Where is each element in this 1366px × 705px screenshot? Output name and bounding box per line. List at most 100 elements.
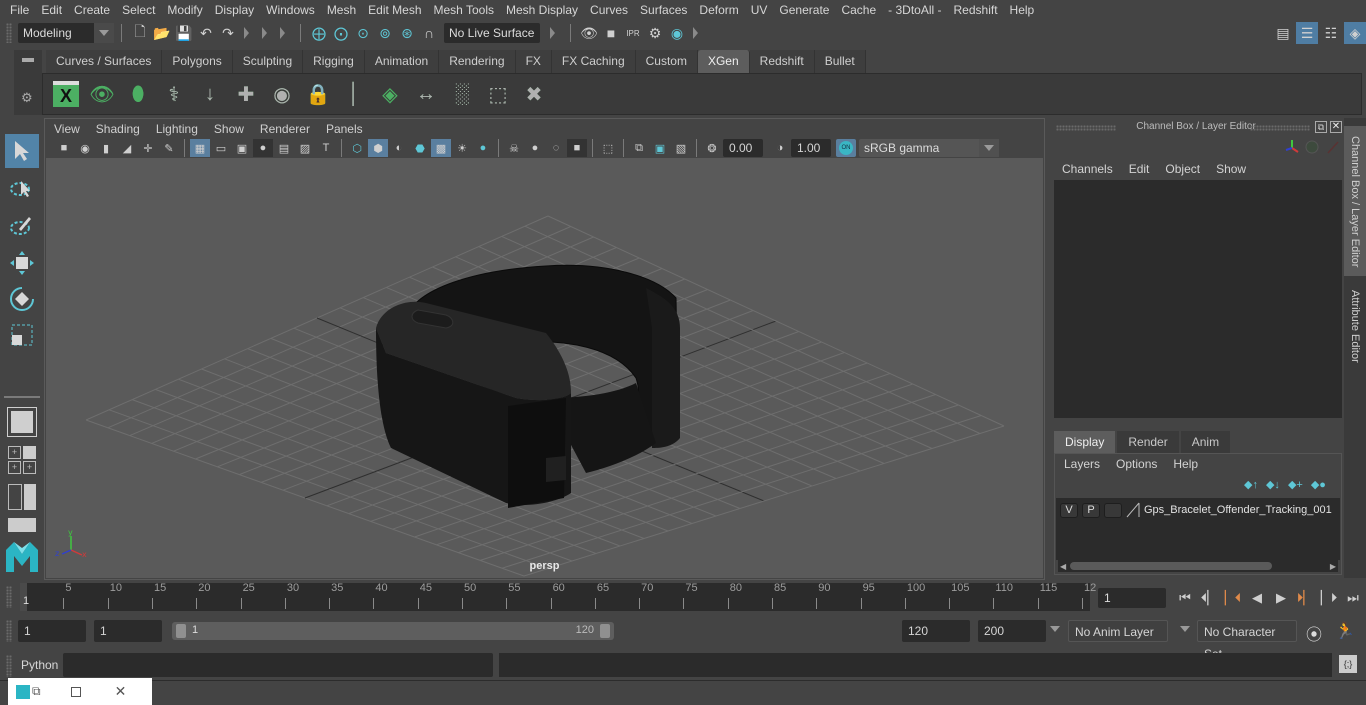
menu-windows[interactable]: Windows	[260, 0, 321, 20]
paint-select-tool[interactable]	[5, 208, 39, 242]
default-material-icon[interactable]: ◐	[389, 139, 409, 157]
panel-menu-renderer[interactable]: Renderer	[252, 120, 318, 138]
menu-deform[interactable]: Deform	[693, 0, 744, 20]
show-guides-button[interactable]: ◉	[267, 78, 297, 110]
gamma-icon[interactable]: ◑	[770, 139, 790, 157]
hypershade-icon[interactable]: ◉	[666, 22, 688, 44]
color-management-toggle[interactable]: ON	[836, 139, 856, 157]
start-time-field[interactable]: 1	[18, 620, 86, 642]
gamma-field[interactable]: 1.00	[791, 139, 831, 157]
field-chart-icon[interactable]: ▤	[274, 139, 294, 157]
new-layer-from-selected-icon[interactable]: ◆●	[1311, 478, 1326, 491]
menu-generate[interactable]: Generate	[773, 0, 835, 20]
anti-aliasing-icon[interactable]: ◌	[546, 139, 566, 157]
sync-icon[interactable]	[1305, 140, 1319, 154]
motion-blur-icon[interactable]: ●	[525, 139, 545, 157]
menu-edit-mesh[interactable]: Edit Mesh	[362, 0, 427, 20]
shelf-tab-xgen[interactable]: XGen	[697, 50, 750, 73]
layer-menu-options[interactable]: Options	[1108, 455, 1165, 473]
menu-cache[interactable]: Cache	[835, 0, 882, 20]
maximize-icon[interactable]	[70, 686, 81, 697]
layer-tab-anim[interactable]: Anim	[1180, 431, 1231, 453]
range-start-handle[interactable]	[176, 624, 186, 638]
menu-curves[interactable]: Curves	[584, 0, 634, 20]
lasso-tool[interactable]	[5, 172, 39, 206]
command-language-toggle[interactable]: Python	[21, 658, 58, 672]
layer-tab-render[interactable]: Render	[1117, 431, 1179, 453]
channel-box-toggle-icon[interactable]: ◈	[1344, 22, 1366, 44]
move-tool[interactable]	[5, 246, 39, 280]
auto-key-icon[interactable]: ⦿	[1306, 621, 1322, 645]
anim-layer-dropdown-arrow-icon[interactable]	[1050, 626, 1060, 632]
snap-live-icon[interactable]: ⊛	[396, 22, 418, 44]
scrollbar-thumb[interactable]	[1070, 562, 1272, 570]
depth-of-field-icon[interactable]: ■	[567, 139, 587, 157]
hide-preview-button[interactable]: ⬮	[123, 78, 153, 110]
play-backwards-icon[interactable]: ◀	[1246, 587, 1268, 609]
new-scene-icon[interactable]: 🗋	[129, 22, 151, 44]
xgen-editor-button[interactable]: X	[51, 78, 81, 110]
attribute-editor-toggle-icon[interactable]: ☰	[1296, 22, 1318, 44]
persp-graph-layout-button[interactable]	[8, 518, 36, 532]
anim-layer-field[interactable]: No Anim Layer	[1068, 620, 1168, 642]
status-line-grip[interactable]	[6, 23, 12, 43]
panel-menu-panels[interactable]: Panels	[318, 120, 371, 138]
wireframe-on-shaded-icon[interactable]: ⬣	[410, 139, 430, 157]
modeling-toolkit-icon[interactable]: ▤	[1272, 22, 1294, 44]
grid-icon[interactable]: ▦	[190, 139, 210, 157]
shelf-tab-rendering[interactable]: Rendering	[439, 50, 516, 73]
menu-3dtoall[interactable]: - 3DtoAll -	[882, 0, 947, 20]
menu-file[interactable]: File	[4, 0, 35, 20]
shadows-icon[interactable]: ●	[473, 139, 493, 157]
menu-mesh-display[interactable]: Mesh Display	[500, 0, 584, 20]
use-all-lights-icon[interactable]: ☀	[452, 139, 472, 157]
channel-list[interactable]	[1054, 180, 1342, 418]
restore-icon[interactable]: ⧉	[32, 684, 41, 699]
step-forward-key-icon[interactable]: ⏵▏	[1294, 587, 1316, 609]
menu-mesh-tools[interactable]: Mesh Tools	[428, 0, 500, 20]
gps-bracelet-model[interactable]	[46, 158, 1043, 578]
go-to-start-icon[interactable]: ⏮	[1174, 587, 1196, 609]
shelf-tab-rigging[interactable]: Rigging	[303, 50, 365, 73]
menu-select[interactable]: Select	[116, 0, 161, 20]
playback-start-field[interactable]: 1	[94, 620, 162, 642]
float-panel-icon[interactable]: ⧉	[1315, 121, 1327, 133]
delete-guides-button[interactable]: ✖	[519, 78, 549, 110]
step-back-key-icon[interactable]: ▏⏴	[1222, 587, 1244, 609]
redo-icon[interactable]: ↷	[217, 22, 239, 44]
open-scene-icon[interactable]: 📂	[151, 22, 173, 44]
menu-surfaces[interactable]: Surfaces	[634, 0, 693, 20]
gate-mask-icon[interactable]: ●	[253, 139, 273, 157]
shelf-tab-bullet[interactable]: Bullet	[814, 50, 866, 73]
panel-menu-lighting[interactable]: Lighting	[148, 120, 206, 138]
range-end-handle[interactable]	[600, 624, 610, 638]
menu-edit[interactable]: Edit	[35, 0, 68, 20]
layer-display-type-toggle[interactable]	[1104, 502, 1122, 518]
panel-menu-show[interactable]: Show	[206, 120, 252, 138]
collapse-icon[interactable]	[550, 24, 558, 42]
add-guides-button[interactable]: ⚕	[159, 78, 189, 110]
render-settings-icon[interactable]: ⚙	[644, 22, 666, 44]
four-view-layout-button[interactable]: + + +	[8, 446, 36, 474]
snap-view-plane-icon[interactable]: ⊚	[374, 22, 396, 44]
close-icon[interactable]: ✕	[115, 683, 127, 700]
new-empty-layer-icon[interactable]: ◆+	[1288, 478, 1303, 491]
2d-pan-zoom-icon[interactable]: ✛	[138, 139, 158, 157]
undo-icon[interactable]: ↶	[195, 22, 217, 44]
script-editor-icon[interactable]: {;}	[1339, 655, 1357, 673]
side-tab-attribute-editor[interactable]: Attribute Editor	[1344, 280, 1366, 380]
isolate-select-icon[interactable]: ⬚	[598, 139, 618, 157]
collapse-icon[interactable]	[244, 24, 252, 42]
exposure-icon[interactable]: ❂	[702, 139, 722, 157]
layer-menu-help[interactable]: Help	[1165, 455, 1206, 473]
color-space-dropdown[interactable]: sRGB gamma	[859, 139, 999, 157]
menu-display[interactable]: Display	[209, 0, 260, 20]
snap-magnet-icon[interactable]: ∩	[418, 22, 440, 44]
shelf-tab-curves-surfaces[interactable]: Curves / Surfaces	[46, 50, 163, 73]
layer-playback-toggle[interactable]: P	[1082, 502, 1100, 518]
lock-guides-button[interactable]: 🔒	[303, 78, 333, 110]
shelf-tab-animation[interactable]: Animation	[364, 50, 440, 73]
command-line-grip[interactable]	[6, 655, 12, 677]
safe-action-icon[interactable]: ▨	[295, 139, 315, 157]
scale-tool[interactable]	[5, 318, 39, 352]
